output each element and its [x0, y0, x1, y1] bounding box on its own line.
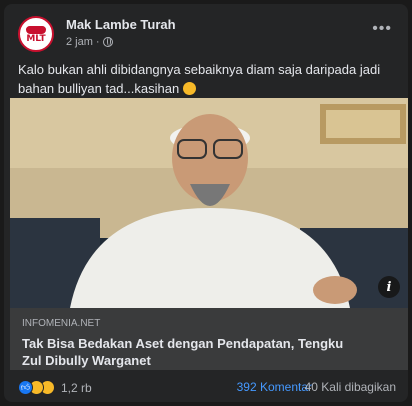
- link-domain: INFOMENIA.NET: [22, 318, 101, 329]
- more-options-icon[interactable]: •••: [372, 20, 392, 38]
- lips-logo-icon: [26, 26, 46, 34]
- link-preview-image[interactable]: i: [10, 98, 408, 308]
- like-icon: 👍︎: [18, 380, 33, 395]
- shares-count-link[interactable]: 40 Kali dibagikan: [305, 380, 396, 394]
- comments-count-link[interactable]: 392 Komentar: [237, 380, 312, 394]
- link-title[interactable]: Tak Bisa Bedakan Aset dengan Pendapatan,…: [22, 335, 362, 369]
- page-avatar[interactable]: MLT: [18, 16, 54, 52]
- post-footer: 👍︎ 1,2 rb 392 Komentar 40 Kali dibagikan: [18, 380, 396, 396]
- reaction-count: 1,2 rb: [61, 380, 92, 395]
- post-time[interactable]: 2 jam: [66, 36, 93, 48]
- photo-illustration: [10, 98, 408, 308]
- post-card: MLT Mak Lambe Turah 2 jam · ••• Kalo buk…: [4, 4, 408, 402]
- post-caption: Kalo bukan ahli dibidangnya sebaiknya di…: [18, 60, 398, 98]
- avatar-logo-text: MLT: [26, 34, 46, 44]
- meta-separator: ·: [95, 36, 100, 48]
- globe-icon: [102, 37, 113, 47]
- info-icon[interactable]: i: [378, 276, 400, 298]
- caption-text: Kalo bukan ahli dibidangnya sebaiknya di…: [18, 62, 381, 96]
- page-name-link[interactable]: Mak Lambe Turah: [66, 17, 176, 32]
- post-header: MLT Mak Lambe Turah 2 jam · •••: [16, 14, 396, 54]
- link-preview-caption[interactable]: INFOMENIA.NET Tak Bisa Bedakan Aset deng…: [10, 308, 408, 370]
- post-meta: 2 jam ·: [66, 36, 113, 48]
- reactions-summary[interactable]: 👍︎ 1,2 rb: [18, 380, 92, 395]
- smiling-face-emoji-icon: [182, 82, 196, 95]
